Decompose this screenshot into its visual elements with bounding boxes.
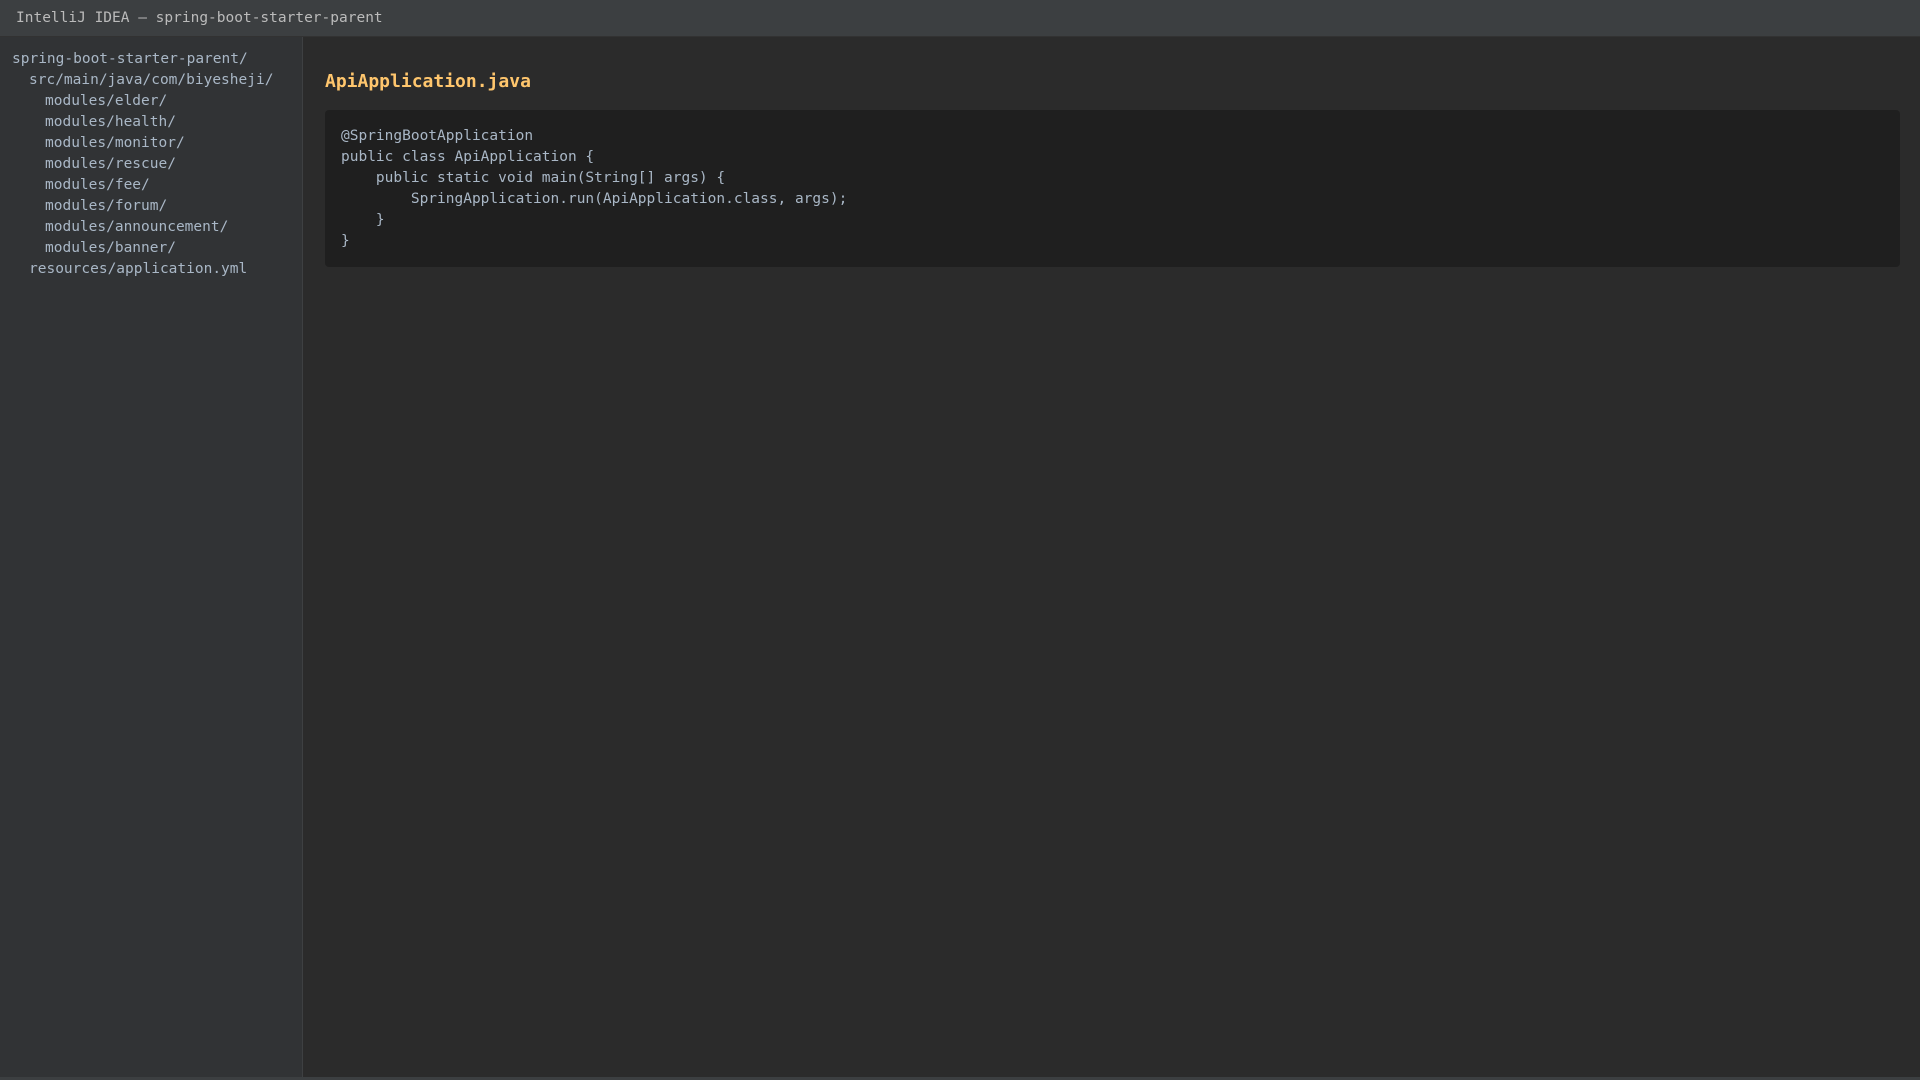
tree-item-monitor[interactable]: modules/monitor/ bbox=[0, 133, 302, 154]
tree-item-fee[interactable]: modules/fee/ bbox=[0, 175, 302, 196]
ide-window: IntelliJ IDEA — spring-boot-starter-pare… bbox=[0, 0, 1920, 1080]
tree-item-project-root[interactable]: spring-boot-starter-parent/ bbox=[0, 49, 302, 70]
tree-item-announcement[interactable]: modules/announcement/ bbox=[0, 217, 302, 238]
tree-item-application-yml[interactable]: resources/application.yml bbox=[0, 259, 302, 280]
tree-item-java-package[interactable]: src/main/java/com/biyesheji/ bbox=[0, 70, 302, 91]
title-bar: IntelliJ IDEA — spring-boot-starter-pare… bbox=[0, 0, 1920, 37]
code-line: public class ApiApplication { bbox=[341, 149, 595, 165]
code-block[interactable]: @SpringBootApplication public class ApiA… bbox=[325, 110, 1900, 267]
code-line: } bbox=[341, 233, 350, 249]
tree-item-rescue[interactable]: modules/rescue/ bbox=[0, 154, 302, 175]
tree-item-banner[interactable]: modules/banner/ bbox=[0, 238, 302, 259]
code-line: @SpringBootApplication bbox=[341, 128, 534, 144]
tree-item-health[interactable]: modules/health/ bbox=[0, 112, 302, 133]
editor-area: ApiApplication.java @SpringBootApplicati… bbox=[304, 37, 1920, 1077]
code-line: public static void main(String[] args) { bbox=[341, 170, 726, 186]
window-title: IntelliJ IDEA — spring-boot-starter-pare… bbox=[16, 10, 383, 26]
code-line: } bbox=[341, 212, 385, 228]
project-tree-panel: spring-boot-starter-parent/ src/main/jav… bbox=[0, 37, 303, 1077]
code-line: SpringApplication.run(ApiApplication.cla… bbox=[341, 191, 848, 207]
file-title: ApiApplication.java bbox=[325, 71, 531, 92]
tree-item-elder[interactable]: modules/elder/ bbox=[0, 91, 302, 112]
tree-item-forum[interactable]: modules/forum/ bbox=[0, 196, 302, 217]
